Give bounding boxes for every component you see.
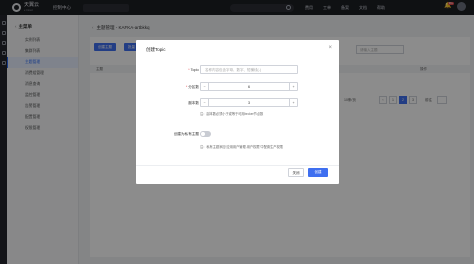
replica-hint: 注：副本数必须小于或等于可用broker节点数 <box>200 112 264 116</box>
plus-icon[interactable]: + <box>289 99 297 107</box>
required-mark: * <box>188 68 190 72</box>
dialog-footer-divider <box>136 165 339 166</box>
close-icon[interactable]: × <box>328 45 332 51</box>
close-button[interactable]: 关闭 <box>288 168 304 177</box>
partition-stepper[interactable]: − 6 + <box>200 82 298 91</box>
minus-icon[interactable]: − <box>201 99 209 107</box>
topic-name-input[interactable]: 名称内容包含字母、数字、短横线(-) <box>200 65 298 74</box>
plus-icon[interactable]: + <box>289 83 297 91</box>
replica-value: 3 <box>248 101 250 105</box>
replica-stepper[interactable]: − 3 + <box>200 98 298 107</box>
topic-label-text: Topic <box>190 68 199 72</box>
partition-value: 6 <box>248 85 250 89</box>
create-button[interactable]: 创建 <box>308 168 328 177</box>
minus-icon[interactable]: − <box>201 83 209 91</box>
replica-label: 副本数 <box>188 101 199 105</box>
private-topic-label: 创建为私有主题 <box>173 132 199 136</box>
partition-label: *分区数 <box>186 85 199 90</box>
required-mark: * <box>185 85 188 89</box>
topic-label: *Topic <box>188 68 199 72</box>
private-topic-hint: 注：私有主题添加“应用用户管理-用户权限”中配置生产权限 <box>200 145 283 149</box>
create-topic-dialog: 创建Topic × *Topic 名称内容包含字母、数字、短横线(-) *分区数… <box>136 40 339 184</box>
private-topic-toggle[interactable] <box>200 131 211 137</box>
partition-label-text: 分区数 <box>188 85 199 89</box>
dialog-title: 创建Topic <box>146 47 166 52</box>
